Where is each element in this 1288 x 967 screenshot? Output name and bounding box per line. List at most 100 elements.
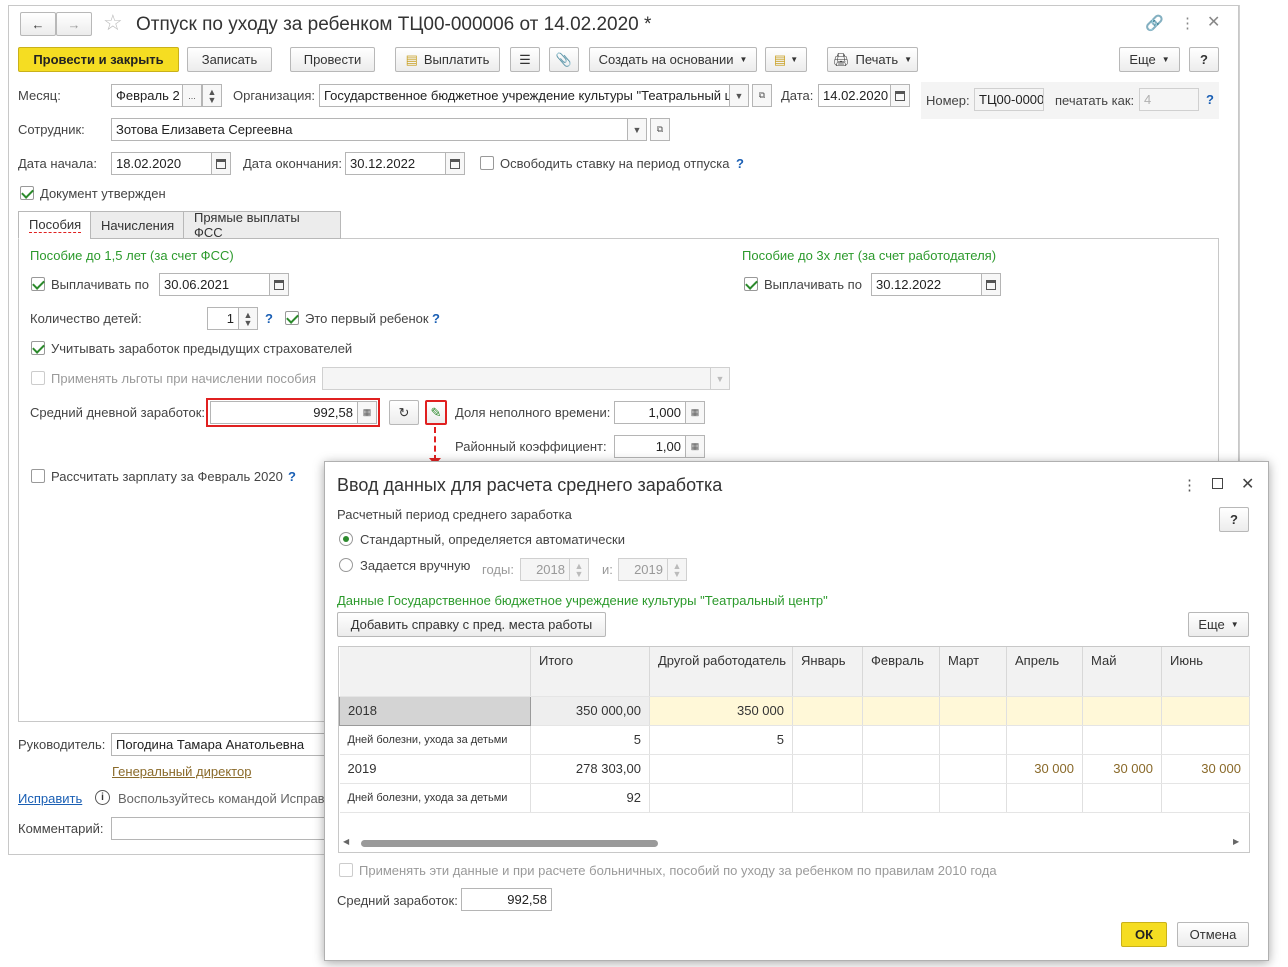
close-icon[interactable]: ✕ — [1207, 12, 1220, 32]
month-cell[interactable] — [1006, 783, 1083, 813]
back-button[interactable]: ← — [20, 12, 56, 36]
tab-fss-payments[interactable]: Прямые выплаты ФСС — [183, 210, 341, 240]
apply-2010-checkbox[interactable] — [339, 863, 353, 877]
privileges-field[interactable] — [322, 367, 711, 390]
pay-until-3-field[interactable]: 30.12.2022 — [871, 273, 982, 296]
month-cell[interactable] — [862, 725, 940, 755]
month-cell[interactable] — [1006, 725, 1083, 755]
table-row[interactable]: 2018 350 000,00 350 000 — [339, 695, 1250, 726]
month-cell[interactable] — [862, 754, 940, 784]
other-employer-cell[interactable] — [649, 754, 793, 784]
forward-button[interactable]: → — [56, 12, 92, 36]
part-time-field[interactable]: 1,000 — [614, 401, 686, 424]
month-cell[interactable] — [862, 783, 940, 813]
number-field[interactable]: ТЦ00-0000 — [974, 88, 1044, 111]
total-cell[interactable]: 350 000,00 — [530, 696, 650, 726]
month-cell[interactable] — [939, 696, 1007, 726]
month-cell[interactable]: 30 000 — [1161, 754, 1250, 784]
end-date-calendar-button[interactable] — [445, 152, 465, 175]
link-icon[interactable]: 🔗 — [1145, 14, 1164, 32]
standard-radio[interactable] — [339, 532, 353, 546]
employee-field[interactable]: Зотова Елизавета Сергеевна — [111, 118, 628, 141]
ok-button[interactable]: ОК — [1121, 922, 1167, 947]
month-cell[interactable] — [1082, 783, 1162, 813]
total-cell[interactable]: 278 303,00 — [530, 754, 650, 784]
date-calendar-button[interactable] — [890, 84, 910, 107]
children-count-field[interactable]: 1 — [207, 307, 239, 330]
attach-button[interactable]: 📎 — [549, 47, 579, 72]
organization-field[interactable]: Государственное бюджетное учреждение кул… — [319, 84, 730, 107]
month-cell[interactable] — [939, 783, 1007, 813]
help-icon[interactable]: ? — [1206, 92, 1214, 107]
month-cell[interactable]: 30 000 — [1082, 754, 1162, 784]
end-date-field[interactable]: 30.12.2022 — [345, 152, 446, 175]
total-cell[interactable]: 92 — [530, 783, 650, 813]
privileges-dropdown[interactable]: ▼ — [710, 367, 730, 390]
horizontal-scrollbar[interactable] — [361, 840, 658, 847]
month-field[interactable]: Февраль 2 — [111, 84, 183, 107]
year1-field[interactable]: 2018 — [520, 558, 570, 581]
calc-salary-checkbox[interactable] — [31, 469, 45, 483]
row-label-cell[interactable]: 2019 — [339, 754, 531, 784]
other-employer-cell[interactable]: 350 000 — [649, 696, 793, 726]
journal-button[interactable]: ☰ — [510, 47, 540, 72]
row-label-cell[interactable]: Дней болезни, ухода за детьми — [339, 783, 531, 813]
year2-field[interactable]: 2019 — [618, 558, 668, 581]
print-button[interactable]: 🖨 Печать ▼ — [827, 47, 918, 72]
print-as-field[interactable]: 4 — [1139, 88, 1199, 111]
scroll-left-icon[interactable]: ◀ — [343, 837, 349, 846]
month-cell[interactable] — [1161, 696, 1250, 726]
free-rate-checkbox[interactable] — [480, 156, 494, 170]
month-spinner[interactable]: ▲ ▼ — [202, 84, 222, 107]
help-icon[interactable]: ? — [736, 156, 744, 171]
help-icon[interactable]: ? — [288, 469, 296, 484]
month-cell[interactable] — [792, 725, 863, 755]
fix-link[interactable]: Исправить — [18, 791, 82, 807]
start-date-field[interactable]: 18.02.2020 — [111, 152, 212, 175]
refresh-button[interactable]: ↻ — [389, 400, 419, 425]
pay-until-3-calendar-button[interactable] — [981, 273, 1001, 296]
employee-dropdown[interactable]: ▼ — [627, 118, 647, 141]
report-button[interactable]: ▤ ▼ — [765, 47, 807, 72]
children-count-spinner[interactable]: ▲ ▼ — [238, 307, 258, 330]
help-icon[interactable]: ? — [432, 311, 440, 326]
month-select-button[interactable]: ... — [182, 84, 202, 107]
pay-until-3-checkbox[interactable] — [744, 277, 758, 291]
dialog-more-button[interactable]: Еще ▼ — [1188, 612, 1249, 637]
more-vert-icon[interactable]: ⋮ — [1180, 14, 1195, 32]
cancel-button[interactable]: Отмена — [1177, 922, 1249, 947]
month-cell[interactable] — [792, 696, 863, 726]
add-certificate-button[interactable]: Добавить справку с пред. места работы — [337, 612, 606, 637]
scroll-right-icon[interactable]: ▶ — [1233, 837, 1239, 846]
organization-dropdown[interactable]: ▼ — [729, 84, 749, 107]
month-cell[interactable] — [792, 754, 863, 784]
privileges-checkbox[interactable] — [31, 371, 45, 385]
month-cell[interactable] — [862, 696, 940, 726]
month-cell[interactable] — [1161, 725, 1250, 755]
pay-button[interactable]: ▤ Выплатить — [395, 47, 500, 72]
row-label-cell[interactable]: 2018 — [339, 695, 531, 726]
row-label-cell[interactable]: Дней болезни, ухода за детьми — [339, 725, 531, 755]
month-cell[interactable] — [1082, 696, 1162, 726]
manager-field[interactable]: Погодина Тамара Анатольевна — [111, 733, 331, 756]
start-date-calendar-button[interactable] — [211, 152, 231, 175]
post-and-close-button[interactable]: Провести и закрыть — [18, 47, 179, 72]
year1-spinner[interactable]: ▲ ▼ — [569, 558, 589, 581]
more-button[interactable]: Еще ▼ — [1119, 47, 1180, 72]
month-cell[interactable] — [1006, 696, 1083, 726]
save-button[interactable]: Записать — [187, 47, 272, 72]
post-button[interactable]: Провести — [290, 47, 375, 72]
first-child-checkbox[interactable] — [285, 311, 299, 325]
date-field[interactable]: 14.02.2020 — [818, 84, 891, 107]
table-row[interactable]: Дней болезни, ухода за детьми 92 — [339, 783, 1250, 813]
month-cell[interactable]: 30 000 — [1006, 754, 1083, 784]
month-cell[interactable] — [792, 783, 863, 813]
other-employer-cell[interactable]: 5 — [649, 725, 793, 755]
star-icon[interactable]: ☆ — [103, 10, 123, 36]
month-cell[interactable] — [939, 754, 1007, 784]
dialog-help-button[interactable]: ? — [1219, 507, 1249, 532]
regional-calc-button[interactable]: ▦ — [685, 435, 705, 458]
manual-radio[interactable] — [339, 558, 353, 572]
edit-avg-button[interactable]: ✎ — [425, 400, 447, 425]
regional-field[interactable]: 1,00 — [614, 435, 686, 458]
